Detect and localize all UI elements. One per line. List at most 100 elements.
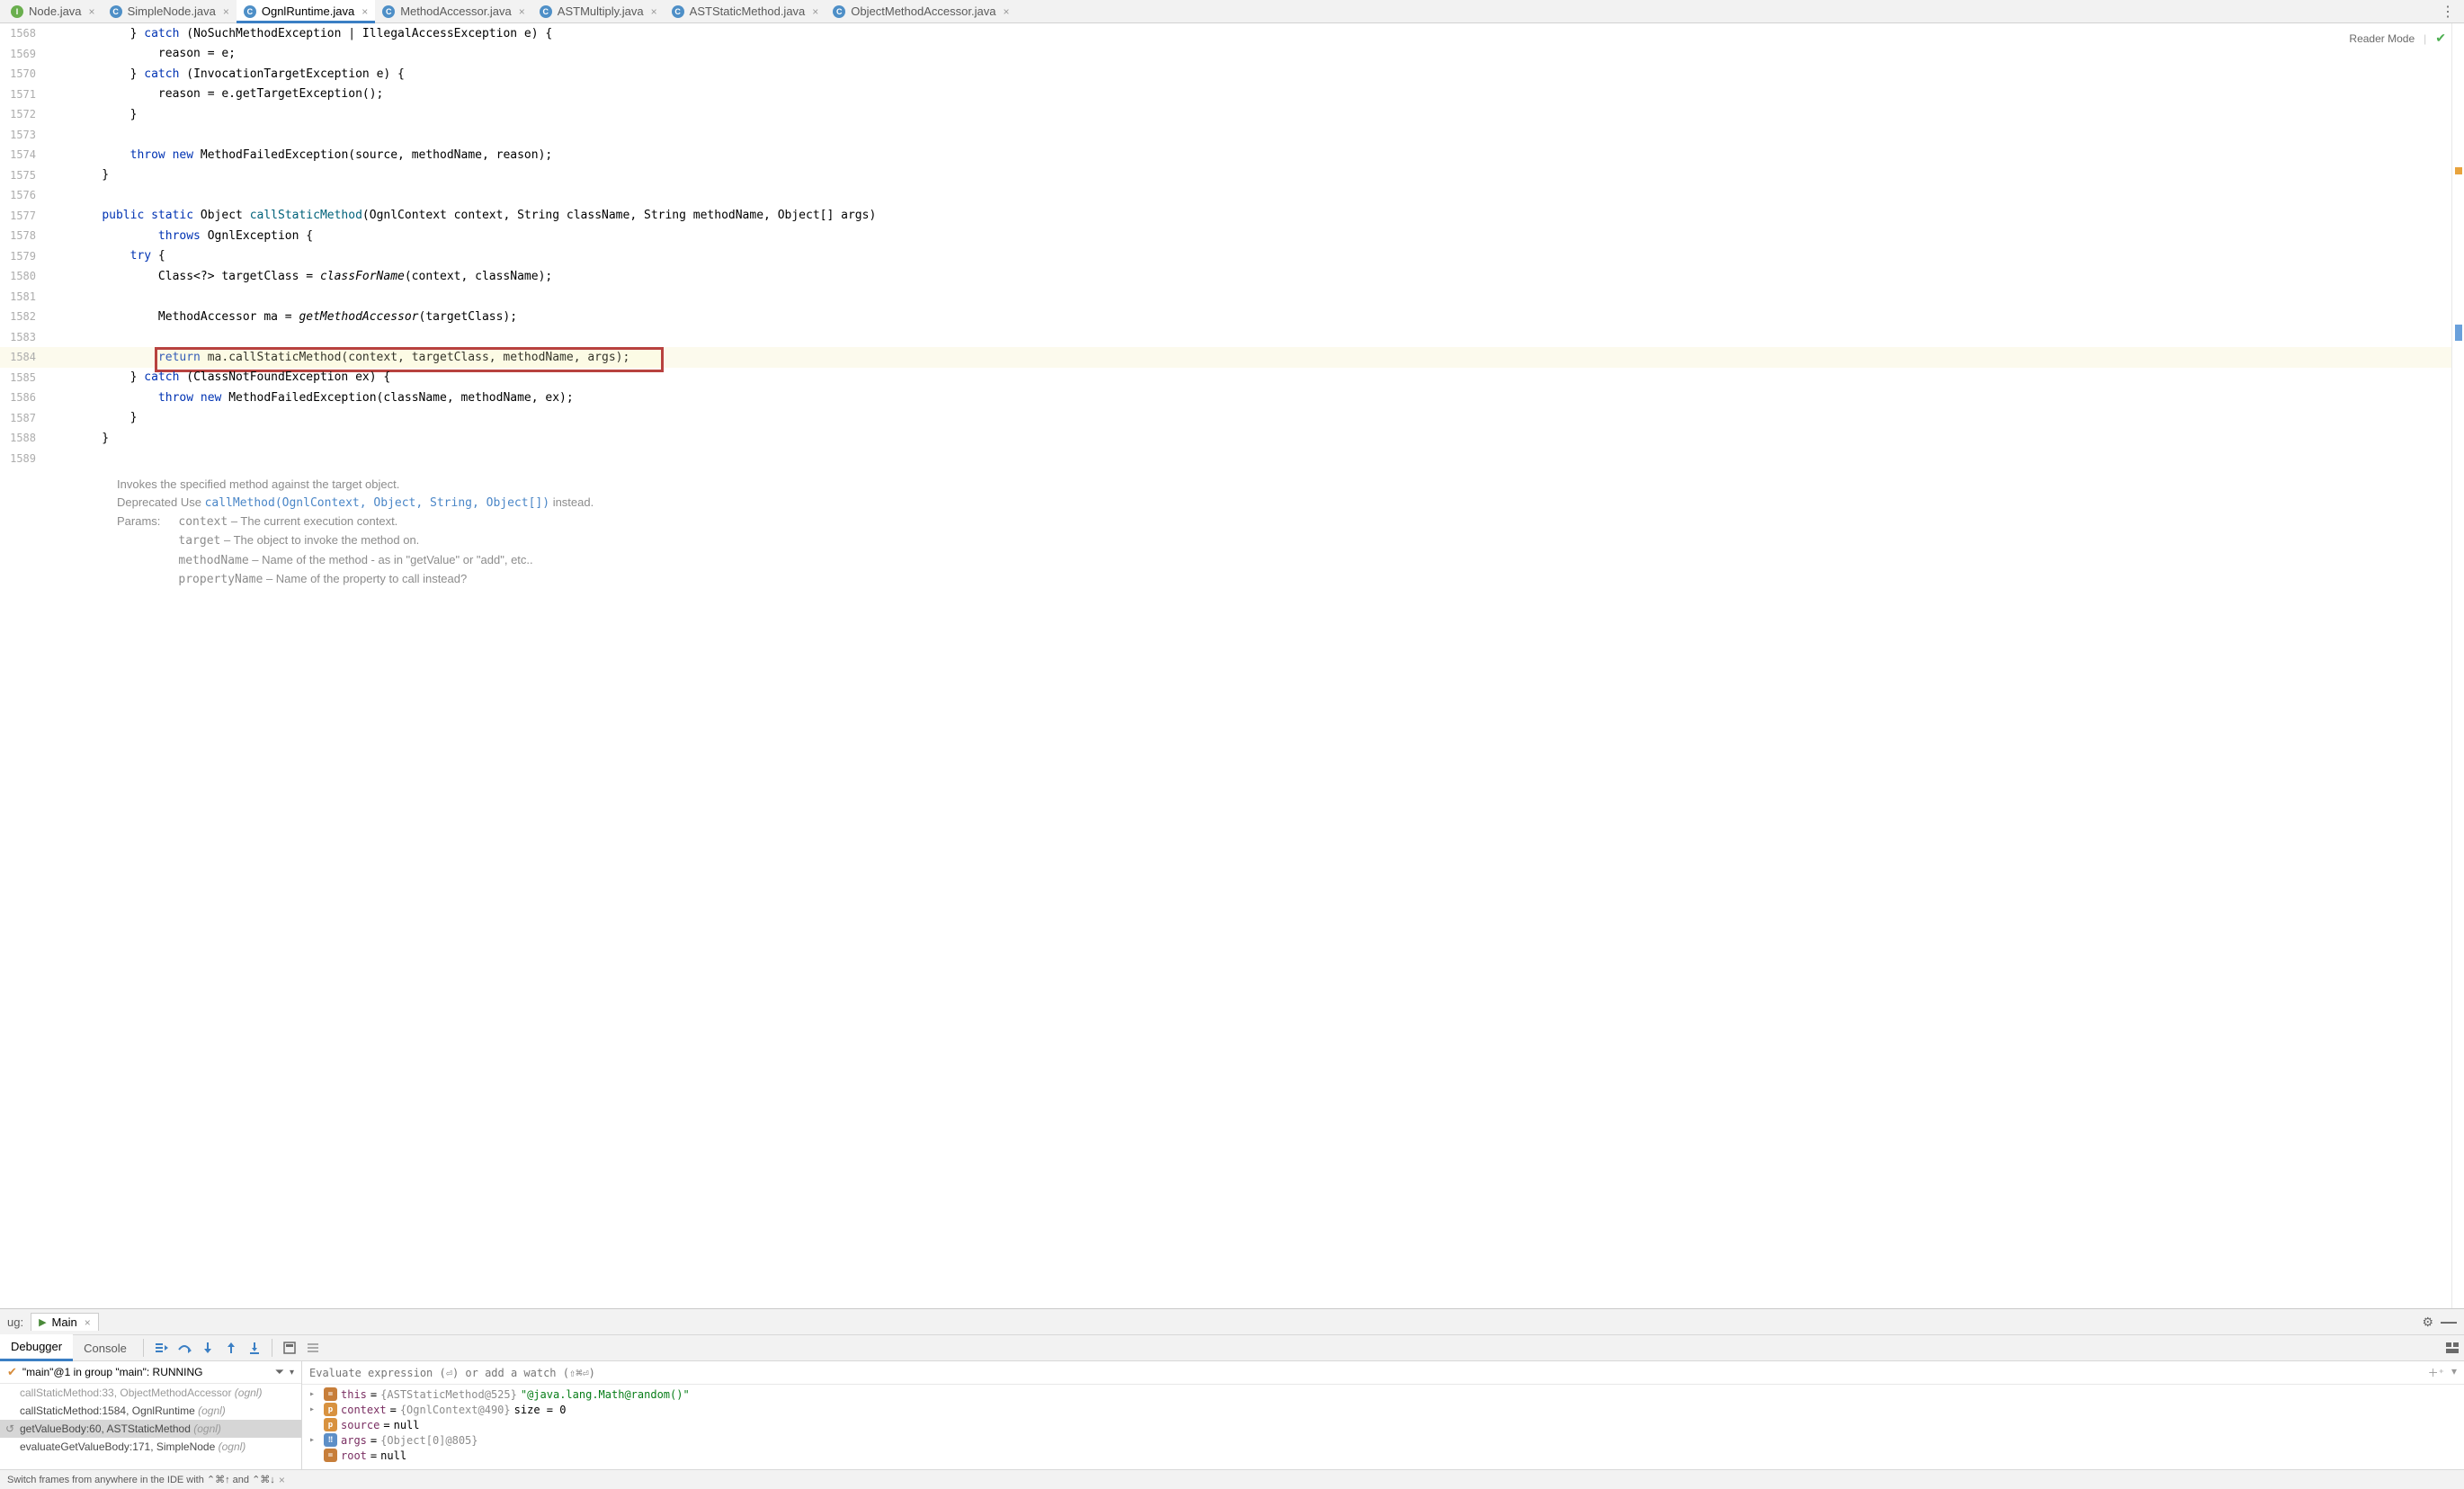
close-icon[interactable]: × <box>812 5 818 18</box>
stack-frame[interactable]: ↺getValueBody:60, ASTStaticMethod (ognl) <box>0 1420 301 1438</box>
stack-frame[interactable]: callStaticMethod:1584, OgnlRuntime (ognl… <box>0 1402 301 1420</box>
code-line[interactable]: 1586 throw new MethodFailedException(cla… <box>0 388 2451 408</box>
code-line[interactable]: 1570 } catch (InvocationTargetException … <box>0 64 2451 85</box>
code-content[interactable]: } <box>68 432 2451 445</box>
code-line[interactable]: 1581 <box>0 287 2451 308</box>
step-out-icon[interactable] <box>219 1336 243 1360</box>
code-line[interactable]: 1589 <box>0 449 2451 469</box>
editor-tab[interactable]: CSimpleNode.java× <box>103 0 237 23</box>
editor-tab[interactable]: CASTStaticMethod.java× <box>665 0 826 23</box>
code-content[interactable]: } catch (ClassNotFoundException ex) { <box>68 370 2451 384</box>
code-line[interactable]: 1568 } catch (NoSuchMethodException | Il… <box>0 23 2451 44</box>
code-line[interactable]: 1575 } <box>0 165 2451 186</box>
code-line[interactable]: 1582 MethodAccessor ma = getMethodAccess… <box>0 307 2451 327</box>
variable-row[interactable]: =root = null <box>302 1448 2464 1463</box>
debug-run-config-tab[interactable]: ▶ Main × <box>31 1313 99 1331</box>
code-content[interactable]: return ma.callStaticMethod(context, targ… <box>68 351 2451 364</box>
code-content[interactable]: Class<?> targetClass = classForName(cont… <box>68 270 2451 283</box>
editor-tab[interactable]: COgnlRuntime.java× <box>237 0 375 23</box>
code-content[interactable]: throw new MethodFailedException(classNam… <box>68 391 2451 405</box>
code-content[interactable]: } <box>68 168 2451 182</box>
code-line[interactable]: 1585 } catch (ClassNotFoundException ex)… <box>0 368 2451 388</box>
code-line[interactable]: 1571 reason = e.getTargetException(); <box>0 85 2451 105</box>
variable-row[interactable]: ▸=this = {ASTStaticMethod@525} "@java.la… <box>302 1386 2464 1402</box>
code-line[interactable]: 1572 } <box>0 104 2451 125</box>
close-icon[interactable]: × <box>519 5 525 18</box>
doc-link[interactable]: callMethod(OgnlContext, Object, String, … <box>205 496 550 510</box>
code-content[interactable]: throws OgnlException { <box>68 229 2451 243</box>
editor-tab[interactable]: CMethodAccessor.java× <box>375 0 532 23</box>
dropdown-icon[interactable]: ▾ <box>290 1368 294 1378</box>
code-line[interactable]: 1573 <box>0 125 2451 146</box>
code-line[interactable]: 1574 throw new MethodFailedException(sou… <box>0 145 2451 165</box>
gear-icon[interactable]: ⚙ <box>2422 1315 2433 1330</box>
code-line[interactable]: 1569 reason = e; <box>0 44 2451 65</box>
code-line[interactable]: 1587 } <box>0 408 2451 429</box>
code-content[interactable]: } <box>68 108 2451 121</box>
code-line[interactable]: 1576 <box>0 185 2451 206</box>
editor-tab[interactable]: CASTMultiply.java× <box>532 0 665 23</box>
code-content[interactable]: reason = e.getTargetException(); <box>68 87 2451 101</box>
trace-current-stream-icon[interactable] <box>301 1336 325 1360</box>
show-execution-point-icon[interactable] <box>149 1336 173 1360</box>
debug-label: ug: <box>7 1315 23 1329</box>
close-icon[interactable]: × <box>362 5 368 18</box>
frames-list[interactable]: callStaticMethod:33, ObjectMethodAccesso… <box>0 1384 301 1469</box>
variable-row[interactable]: ▸pcontext = {OgnlContext@490} size = 0 <box>302 1402 2464 1417</box>
editor-tab[interactable]: INode.java× <box>4 0 103 23</box>
minimize-icon[interactable]: — <box>2441 1313 2457 1332</box>
close-icon[interactable]: × <box>223 5 229 18</box>
code-content[interactable]: } <box>68 411 2451 424</box>
code-content[interactable]: } catch (NoSuchMethodException | Illegal… <box>68 27 2451 40</box>
code-content[interactable]: } catch (InvocationTargetException e) { <box>68 67 2451 81</box>
close-icon[interactable]: × <box>651 5 657 18</box>
close-icon[interactable]: × <box>85 1316 91 1329</box>
code-content[interactable]: MethodAccessor ma = getMethodAccessor(ta… <box>68 310 2451 324</box>
step-over-icon[interactable] <box>173 1336 196 1360</box>
expand-icon[interactable]: ▸ <box>309 1404 320 1414</box>
close-icon[interactable]: × <box>89 5 95 18</box>
code-line[interactable]: 1579 try { <box>0 246 2451 267</box>
variable-row[interactable]: psource = null <box>302 1417 2464 1432</box>
stack-frame[interactable]: callStaticMethod:33, ObjectMethodAccesso… <box>0 1384 301 1402</box>
expand-icon[interactable]: ▸ <box>309 1435 320 1445</box>
line-number: 1577 <box>0 210 56 222</box>
filter-icon[interactable]: ⏷ <box>275 1365 284 1379</box>
error-stripe[interactable] <box>2451 23 2464 1308</box>
console-tab[interactable]: Console <box>73 1334 138 1361</box>
code-line[interactable]: 1577 public static Object callStaticMeth… <box>0 206 2451 227</box>
code-content[interactable]: throw new MethodFailedException(source, … <box>68 148 2451 162</box>
code-line[interactable]: 1584 return ma.callStaticMethod(context,… <box>0 347 2451 368</box>
variable-row[interactable]: ▸⠿args = {Object[0]@805} <box>302 1432 2464 1448</box>
code-line[interactable]: 1578 throws OgnlException { <box>0 226 2451 246</box>
layout-settings-icon[interactable] <box>2441 1336 2464 1360</box>
evaluate-input[interactable] <box>309 1367 2423 1379</box>
code-content[interactable]: try { <box>68 249 2451 263</box>
stack-frame[interactable]: evaluateGetValueBody:171, SimpleNode (og… <box>0 1438 301 1456</box>
code-content[interactable]: public static Object callStaticMethod(Og… <box>68 209 2451 222</box>
variables-tree[interactable]: ▸=this = {ASTStaticMethod@525} "@java.la… <box>302 1385 2464 1469</box>
line-number: 1573 <box>0 129 56 141</box>
variable-name: root <box>341 1449 367 1462</box>
add-watch-icon[interactable]: ＋⁺ <box>2428 1365 2444 1380</box>
code-line[interactable]: 1588 } <box>0 428 2451 449</box>
inspection-ok-icon[interactable]: ✔ <box>2435 31 2446 46</box>
run-to-cursor-icon[interactable] <box>243 1336 266 1360</box>
status-tip: Switch frames from anywhere in the IDE w… <box>7 1474 275 1485</box>
status-close-icon[interactable]: × <box>279 1474 285 1486</box>
step-into-icon[interactable] <box>196 1336 219 1360</box>
expand-icon[interactable]: ▸ <box>309 1389 320 1399</box>
code-line[interactable]: 1580 Class<?> targetClass = classForName… <box>0 266 2451 287</box>
tabs-overflow-icon[interactable]: ⋮ <box>2432 3 2464 21</box>
reader-mode-label[interactable]: Reader Mode <box>2349 32 2415 45</box>
code-line[interactable]: 1583 <box>0 327 2451 348</box>
drop-frame-icon[interactable]: ↺ <box>5 1422 18 1435</box>
thread-label[interactable]: "main"@1 in group "main": RUNNING <box>22 1366 270 1378</box>
watch-dropdown-icon[interactable]: ▾ <box>2451 1365 2457 1380</box>
evaluate-expression-icon[interactable] <box>278 1336 301 1360</box>
code-content[interactable]: reason = e; <box>68 47 2451 60</box>
variable-name: args <box>341 1434 367 1447</box>
close-icon[interactable]: × <box>1003 5 1009 18</box>
editor-tab[interactable]: CObjectMethodAccessor.java× <box>826 0 1016 23</box>
debugger-tab[interactable]: Debugger <box>0 1334 73 1361</box>
